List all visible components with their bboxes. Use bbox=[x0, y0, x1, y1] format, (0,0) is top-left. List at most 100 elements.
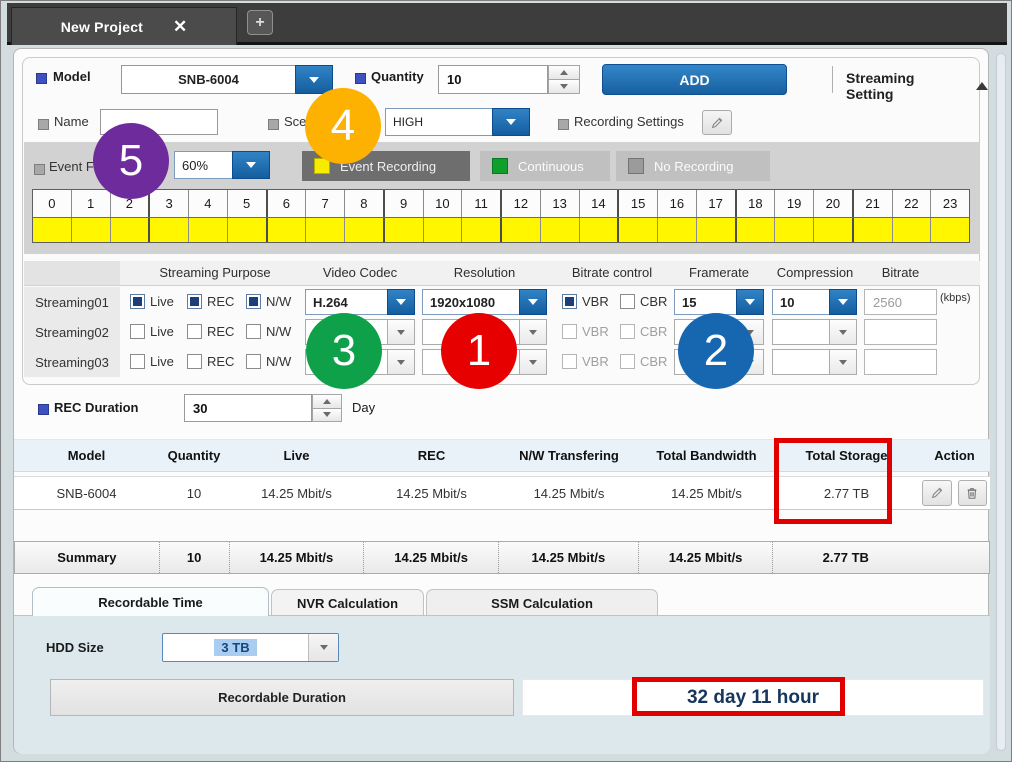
nw-checkbox[interactable]: N/W bbox=[246, 294, 291, 309]
event-frequency-dropdown[interactable]: 60% bbox=[174, 151, 270, 179]
tab-new-project[interactable]: New Project ✕ bbox=[11, 7, 237, 45]
tab-recordable-time[interactable]: Recordable Time bbox=[32, 587, 269, 616]
hour-cell-9[interactable] bbox=[385, 218, 424, 242]
hour-cell-6[interactable] bbox=[268, 218, 307, 242]
hour-cell-2[interactable] bbox=[111, 218, 151, 242]
hour-header-18: 18 bbox=[737, 190, 776, 217]
quantity-stepper[interactable] bbox=[548, 65, 580, 94]
hour-cell-23[interactable] bbox=[931, 218, 969, 242]
spinner-down-icon[interactable] bbox=[548, 80, 580, 94]
rec-duration-unit: Day bbox=[352, 400, 375, 415]
streaming-setting-toggle[interactable]: Streaming Setting bbox=[846, 70, 988, 102]
chevron-down-icon[interactable] bbox=[736, 289, 764, 315]
live-checkbox[interactable]: Live bbox=[130, 354, 174, 369]
resolution-dropdown[interactable]: 1920x1080 bbox=[422, 289, 547, 315]
chevron-down-icon[interactable] bbox=[387, 319, 415, 345]
compression-dropdown[interactable] bbox=[772, 349, 857, 375]
cell-total-bandwidth: 14.25 Mbit/s bbox=[639, 477, 774, 509]
hour-cell-12[interactable] bbox=[502, 218, 541, 242]
chevron-down-icon[interactable] bbox=[308, 634, 338, 661]
hour-cell-5[interactable] bbox=[228, 218, 268, 242]
hour-cell-19[interactable] bbox=[775, 218, 814, 242]
hour-cell-18[interactable] bbox=[737, 218, 776, 242]
spinner-down-icon[interactable] bbox=[312, 409, 342, 423]
results-table-header: Model Quantity Live REC N/W Transfering … bbox=[14, 439, 990, 472]
new-tab-button[interactable]: + bbox=[247, 10, 273, 35]
chevron-down-icon[interactable] bbox=[492, 108, 530, 136]
hour-cell-3[interactable] bbox=[150, 218, 189, 242]
bitrate-input[interactable] bbox=[864, 349, 937, 375]
streaming-table-header: Streaming Purpose Video Codec Resolution… bbox=[24, 261, 980, 286]
framerate-dropdown[interactable]: 15 bbox=[674, 289, 764, 315]
chevron-down-icon[interactable] bbox=[387, 289, 415, 315]
collapse-icon[interactable] bbox=[976, 82, 988, 90]
pencil-icon bbox=[930, 486, 944, 500]
scenario-dropdown[interactable]: HIGH bbox=[385, 108, 530, 136]
bitrate-input[interactable] bbox=[864, 319, 937, 345]
hour-cell-17[interactable] bbox=[697, 218, 737, 242]
hour-header-9: 9 bbox=[385, 190, 424, 217]
delete-row-button[interactable] bbox=[958, 480, 988, 506]
bitrate-input[interactable] bbox=[864, 289, 937, 315]
rec-duration-input[interactable] bbox=[184, 394, 312, 422]
mode-no-recording-button[interactable]: No Recording bbox=[616, 151, 770, 181]
hour-cell-21[interactable] bbox=[854, 218, 893, 242]
compression-dropdown[interactable] bbox=[772, 319, 857, 345]
hour-cell-8[interactable] bbox=[345, 218, 385, 242]
chevron-down-icon[interactable] bbox=[829, 319, 857, 345]
vbr-checkbox[interactable]: VBR bbox=[562, 354, 609, 369]
stream-name: Streaming02 bbox=[24, 317, 120, 347]
rec-checkbox[interactable]: REC bbox=[187, 354, 234, 369]
tab-ssm-calculation[interactable]: SSM Calculation bbox=[426, 589, 658, 616]
cbr-checkbox[interactable]: CBR bbox=[620, 324, 667, 339]
model-dropdown[interactable]: SNB-6004 bbox=[121, 65, 333, 94]
rec-checkbox[interactable]: REC bbox=[187, 324, 234, 339]
rec-duration-stepper[interactable] bbox=[312, 394, 342, 422]
chevron-down-icon[interactable] bbox=[519, 349, 547, 375]
tab-nvr-calculation[interactable]: NVR Calculation bbox=[271, 589, 424, 616]
nw-checkbox[interactable]: N/W bbox=[246, 354, 291, 369]
checkbox-icon bbox=[562, 294, 577, 309]
chevron-down-icon[interactable] bbox=[829, 349, 857, 375]
vbr-checkbox[interactable]: VBR bbox=[562, 324, 609, 339]
hour-cell-16[interactable] bbox=[658, 218, 697, 242]
hour-cell-10[interactable] bbox=[424, 218, 463, 242]
hour-cell-11[interactable] bbox=[462, 218, 502, 242]
hour-cell-22[interactable] bbox=[893, 218, 932, 242]
spinner-up-icon[interactable] bbox=[312, 394, 342, 409]
spinner-up-icon[interactable] bbox=[548, 65, 580, 80]
live-checkbox[interactable]: Live bbox=[130, 324, 174, 339]
chevron-down-icon[interactable] bbox=[829, 289, 857, 315]
chevron-down-icon[interactable] bbox=[519, 289, 547, 315]
rec-checkbox[interactable]: REC bbox=[187, 294, 234, 309]
cell-nw-transfering: 14.25 Mbit/s bbox=[499, 477, 639, 509]
vertical-scrollbar[interactable] bbox=[996, 53, 1006, 751]
quantity-input[interactable] bbox=[438, 65, 548, 94]
cbr-checkbox[interactable]: CBR bbox=[620, 354, 667, 369]
live-checkbox[interactable]: Live bbox=[130, 294, 174, 309]
cbr-checkbox[interactable]: CBR bbox=[620, 294, 667, 309]
hour-cell-7[interactable] bbox=[306, 218, 345, 242]
close-icon[interactable]: ✕ bbox=[173, 18, 187, 35]
chevron-down-icon[interactable] bbox=[387, 349, 415, 375]
edit-row-button[interactable] bbox=[922, 480, 952, 506]
recording-settings-edit-button[interactable] bbox=[702, 110, 732, 135]
chevron-down-icon[interactable] bbox=[295, 65, 333, 94]
add-button[interactable]: ADD bbox=[602, 64, 787, 95]
chevron-down-icon[interactable] bbox=[232, 151, 270, 179]
hour-cell-1[interactable] bbox=[72, 218, 111, 242]
vbr-checkbox[interactable]: VBR bbox=[562, 294, 609, 309]
hour-header-1: 1 bbox=[72, 190, 111, 217]
hdd-size-dropdown[interactable]: 3 TB bbox=[162, 633, 339, 662]
nw-checkbox[interactable]: N/W bbox=[246, 324, 291, 339]
compression-dropdown[interactable]: 10 bbox=[772, 289, 857, 315]
mode-continuous-button[interactable]: Continuous bbox=[480, 151, 610, 181]
hour-cell-20[interactable] bbox=[814, 218, 854, 242]
hour-cell-15[interactable] bbox=[619, 218, 658, 242]
chevron-down-icon[interactable] bbox=[519, 319, 547, 345]
codec-dropdown[interactable]: H.264 bbox=[305, 289, 415, 315]
hour-cell-0[interactable] bbox=[33, 218, 72, 242]
hour-cell-4[interactable] bbox=[189, 218, 228, 242]
hour-cell-13[interactable] bbox=[541, 218, 580, 242]
hour-cell-14[interactable] bbox=[580, 218, 620, 242]
